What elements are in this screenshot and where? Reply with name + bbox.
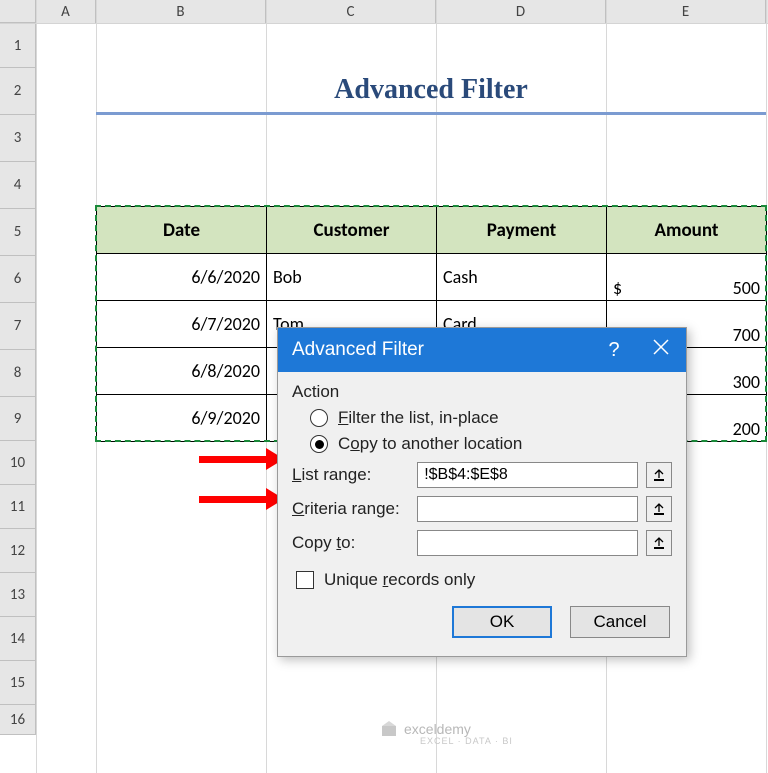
list-range-collapse-button[interactable] [646, 462, 672, 488]
cell-payment[interactable]: Cash [437, 254, 607, 301]
row-header-14[interactable]: 14 [0, 617, 36, 661]
select-all-corner[interactable] [0, 0, 36, 23]
row-header-10[interactable]: 10 [0, 441, 36, 485]
radio-label: Filter the list, in-place [338, 408, 499, 428]
cell-customer[interactable]: Bob [267, 254, 437, 301]
list-range-label: List range: [292, 465, 409, 485]
col-header-a[interactable]: A [36, 0, 96, 23]
header-amount[interactable]: Amount [607, 207, 767, 254]
criteria-range-label: Criteria range: [292, 499, 409, 519]
row-header-11[interactable]: 11 [0, 485, 36, 529]
row-header-1[interactable]: 1 [0, 24, 36, 68]
close-icon [653, 339, 669, 355]
cell-date[interactable]: 6/8/2020 [97, 348, 267, 395]
copy-to-label: Copy to: [292, 533, 409, 553]
unique-records-checkbox[interactable]: Unique records only [296, 570, 672, 590]
row-header-4[interactable]: 4 [0, 162, 36, 209]
list-range-input[interactable] [417, 462, 638, 488]
col-header-b[interactable]: B [96, 0, 266, 23]
radio-copy-location[interactable]: Copy to another location [310, 434, 672, 454]
cancel-button[interactable]: Cancel [570, 606, 670, 638]
row-header-7[interactable]: 7 [0, 303, 36, 350]
radio-label: Copy to another location [338, 434, 522, 454]
header-customer[interactable]: Customer [267, 207, 437, 254]
radio-filter-inplace[interactable]: Filter the list, in-place [310, 408, 672, 428]
spreadsheet-grid: A B C D E 1 2 3 4 5 6 7 8 9 10 11 12 13 … [0, 0, 768, 773]
column-headers: A B C D E [0, 0, 768, 24]
row-header-16[interactable]: 16 [0, 705, 36, 735]
criteria-range-collapse-button[interactable] [646, 496, 672, 522]
cell-date[interactable]: 6/6/2020 [97, 254, 267, 301]
col-header-c[interactable]: C [266, 0, 436, 23]
criteria-range-input[interactable] [417, 496, 638, 522]
row-header-3[interactable]: 3 [0, 115, 36, 162]
row-header-13[interactable]: 13 [0, 573, 36, 617]
checkbox-label: Unique records only [324, 570, 475, 590]
collapse-icon [653, 468, 665, 482]
radio-icon [310, 435, 328, 453]
row-header-8[interactable]: 8 [0, 350, 36, 397]
header-payment[interactable]: Payment [437, 207, 607, 254]
copy-to-collapse-button[interactable] [646, 530, 672, 556]
collapse-icon [653, 536, 665, 550]
col-header-d[interactable]: D [436, 0, 606, 23]
row-header-5[interactable]: 5 [0, 209, 36, 256]
cell-date[interactable]: 6/9/2020 [97, 395, 267, 442]
header-date[interactable]: Date [97, 207, 267, 254]
checkbox-icon [296, 571, 314, 589]
cell-date[interactable]: 6/7/2020 [97, 301, 267, 348]
row-header-6[interactable]: 6 [0, 256, 36, 303]
row-headers: 1 2 3 4 5 6 7 8 9 10 11 12 13 14 15 16 [0, 24, 36, 735]
dialog-help-button[interactable]: ? [592, 339, 636, 362]
table-row: 6/6/2020 Bob Cash $500 [97, 254, 767, 301]
advanced-filter-dialog: Advanced Filter ? Action Filter the list… [277, 327, 687, 657]
ok-button[interactable]: OK [452, 606, 552, 638]
copy-to-input[interactable] [417, 530, 638, 556]
row-header-2[interactable]: 2 [0, 68, 36, 115]
radio-icon [310, 409, 328, 427]
col-header-e[interactable]: E [606, 0, 766, 23]
row-header-9[interactable]: 9 [0, 397, 36, 441]
row-header-12[interactable]: 12 [0, 529, 36, 573]
cell-amount[interactable]: $500 [607, 254, 767, 301]
table-header-row: Date Customer Payment Amount [97, 207, 767, 254]
collapse-icon [653, 502, 665, 516]
action-label: Action [292, 382, 672, 402]
dialog-titlebar[interactable]: Advanced Filter ? [278, 328, 686, 372]
dialog-close-button[interactable] [636, 339, 686, 361]
row-header-15[interactable]: 15 [0, 661, 36, 705]
page-title: Advanced Filter [96, 68, 766, 115]
dialog-title: Advanced Filter [292, 339, 592, 361]
